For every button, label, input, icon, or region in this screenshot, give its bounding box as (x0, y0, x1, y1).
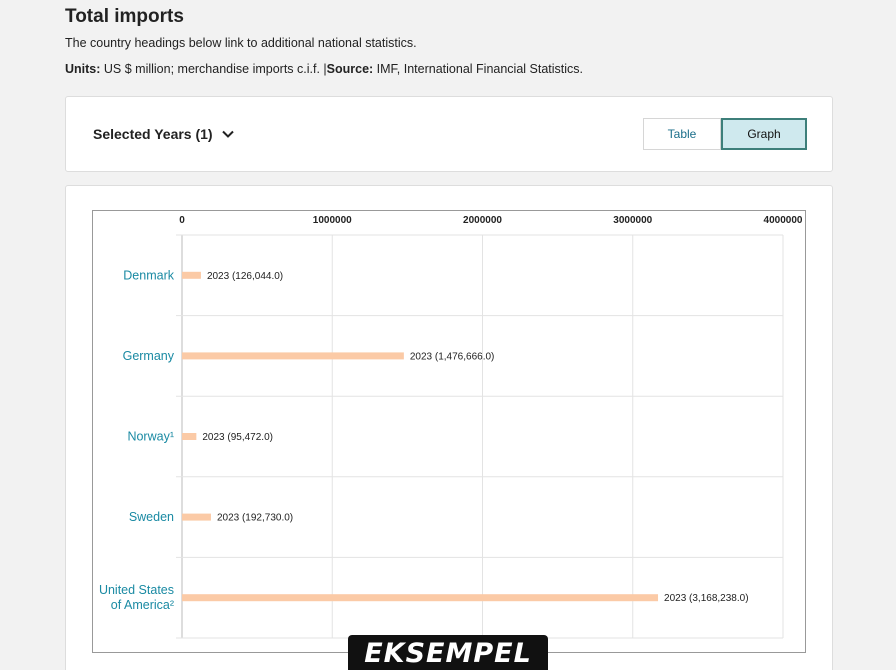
selected-years-label: Selected Years (1) (93, 126, 213, 142)
bar (182, 433, 197, 440)
bar-data-label: 2023 (126,044.0) (207, 271, 283, 282)
bar-data-label: 2023 (3,168,238.0) (664, 593, 749, 604)
bar (182, 594, 659, 602)
intro-text: The country headings below link to addit… (65, 36, 417, 50)
selected-years-dropdown[interactable]: Selected Years (1) (93, 126, 235, 142)
country-link[interactable]: United States of America² (99, 583, 174, 612)
bar-data-label: 2023 (95,472.0) (202, 432, 273, 443)
table-view-button[interactable]: Table (643, 118, 721, 150)
country-link[interactable]: Germany (123, 349, 175, 363)
x-tick-label: 4000000 (764, 215, 803, 226)
view-toggle: Table Graph (643, 118, 807, 150)
bar (182, 352, 404, 360)
bar (182, 513, 211, 521)
country-link[interactable]: Denmark (123, 268, 174, 282)
units-value: US $ million; merchandise imports c.i.f.… (100, 62, 327, 76)
controls-card: Selected Years (1) Table Graph (65, 96, 833, 172)
graph-view-button[interactable]: Graph (721, 118, 807, 150)
imports-bar-chart: 0 1000000 2000000 3000000 4000000 Denmark 2023… (99, 215, 803, 639)
units-label: Units: (65, 62, 101, 76)
x-tick-label: 3000000 (613, 215, 652, 226)
source-value: IMF, International Financial Statistics. (373, 62, 584, 76)
source-label: Source: (326, 62, 374, 76)
x-tick-label: 1000000 (313, 215, 352, 226)
bar-data-label: 2023 (1,476,666.0) (410, 351, 495, 362)
page-title: Total imports (65, 6, 184, 27)
x-tick-label: 0 (179, 215, 185, 226)
bar-data-label: 2023 (192,730.0) (217, 513, 293, 524)
country-link[interactable]: Norway¹ (127, 430, 174, 444)
x-tick-label: 2000000 (463, 215, 502, 226)
country-link[interactable]: Sweden (129, 510, 174, 524)
watermark-stamp: EKSEMPEL (348, 635, 548, 670)
units-source-line: Units: US $ million; merchandise imports… (65, 62, 583, 76)
bar (182, 271, 201, 279)
chevron-down-icon (221, 130, 234, 138)
